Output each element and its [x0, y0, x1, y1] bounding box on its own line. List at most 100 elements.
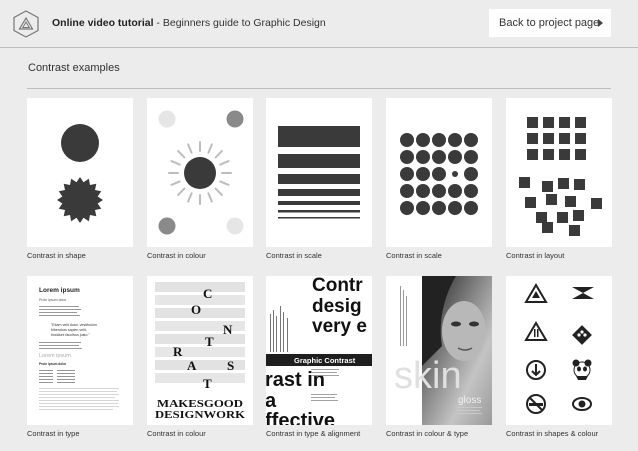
big-word-2: desig	[312, 296, 362, 317]
grid-dot	[464, 201, 478, 215]
grid-dot	[448, 133, 462, 147]
grid-dot	[400, 167, 414, 181]
card-contrast-layout[interactable]: Contrast in layout	[506, 98, 612, 260]
thumbnail-contrast-colour-type[interactable]: skin gloss	[386, 276, 492, 425]
thumbnail-contrast-shape[interactable]	[27, 98, 133, 247]
big-word-1: Contr	[312, 276, 363, 296]
card-contrast-colour-2[interactable]: C O N T R A S T MAKESGOOD DESIGNWORK Con…	[147, 276, 253, 438]
thumbnail-contrast-layout[interactable]	[506, 98, 612, 247]
card-contrast-scale-1[interactable]: Contrast in scale	[266, 98, 372, 260]
grid-dot	[432, 201, 446, 215]
grid-dot	[464, 184, 478, 198]
sun-ray	[219, 180, 230, 186]
poster-letter-r: R	[173, 344, 183, 359]
sun-ray	[207, 192, 213, 203]
card-contrast-scale-2[interactable]: Contrast in scale	[386, 98, 492, 260]
grid-dot	[400, 133, 414, 147]
grid-dot	[448, 201, 462, 215]
grid-dot	[432, 133, 446, 147]
sun-ray	[187, 192, 193, 203]
type-heading: Lorem ipsum	[39, 287, 80, 294]
thumbnail-contrast-type[interactable]: Lorem ipsum Proin ipsum dolor "Etiam vel…	[27, 276, 133, 425]
sun-ray	[214, 187, 223, 196]
signs-illustration	[524, 283, 594, 414]
grid-dot	[448, 184, 462, 198]
sun-ray	[170, 160, 181, 166]
poster-letter-c: C	[203, 286, 212, 301]
grid-dot	[432, 150, 446, 164]
big-word-6: ffective	[266, 410, 335, 425]
card-contrast-colour-type[interactable]: skin gloss Contrast in colour & type	[386, 276, 492, 438]
grid-dot	[432, 167, 446, 181]
thumbnail-contrast-colour-1[interactable]	[147, 98, 253, 247]
section-title: Contrast examples	[28, 62, 120, 74]
card-caption: Contrast in colour & type	[386, 429, 469, 438]
poster-letter-o: O	[191, 302, 201, 317]
sun-ray	[219, 160, 230, 166]
sun-ray	[170, 180, 181, 186]
grid-dot	[416, 150, 430, 164]
type-alignment-illustration: Contr desig very e Graphic Contrast rast…	[266, 276, 372, 425]
card-caption: Contrast in colour	[147, 429, 206, 438]
cover-word-skin: skin	[394, 355, 462, 397]
triangle-hexagon-logo-icon[interactable]	[12, 10, 40, 38]
app-header: Online video tutorial - Beginners guide …	[0, 0, 638, 48]
thumbnail-contrast-colour-2[interactable]: C O N T R A S T MAKESGOOD DESIGNWORK	[147, 276, 253, 425]
grid-dot	[400, 184, 414, 198]
sun-illustration	[158, 110, 244, 235]
grid-dot	[464, 150, 478, 164]
grid-dot	[452, 171, 458, 177]
grid-dot	[400, 150, 414, 164]
back-to-project-button[interactable]: Back to project page	[489, 9, 611, 37]
thumbnail-contrast-type-alignment[interactable]: Contr desig very e Graphic Contrast rast…	[266, 276, 372, 425]
thumbnail-contrast-shapes-colour[interactable]	[506, 276, 612, 425]
card-caption: Contrast in colour	[147, 251, 206, 260]
contrast-poster-illustration: C O N T R A S T MAKESGOOD DESIGNWORK	[155, 282, 245, 421]
card-caption: Contrast in layout	[506, 251, 565, 260]
course-subtitle: Beginners guide to Graphic Design	[162, 17, 326, 29]
grid-dot	[416, 133, 430, 147]
squares-illustration	[519, 117, 602, 236]
thumbnail-contrast-scale-1[interactable]	[266, 98, 372, 247]
grid-dot	[432, 184, 446, 198]
card-caption: Contrast in shapes & colour	[506, 429, 599, 438]
card-contrast-type-alignment[interactable]: Contr desig very e Graphic Contrast rast…	[266, 276, 372, 438]
shape-illustration	[57, 124, 103, 223]
grid-dot	[416, 184, 430, 198]
card-caption: Contrast in shape	[27, 251, 86, 260]
type-quote-line-1: "Etiam velit dolor, vestibulum	[51, 323, 97, 327]
band-title: Graphic Contrast	[294, 356, 356, 365]
type-quote-line-2: bibendum sapien velit,	[51, 328, 87, 332]
big-word-5: a	[266, 390, 277, 412]
grid-dot	[448, 150, 462, 164]
card-contrast-shapes-colour[interactable]: Contrast in shapes & colour	[506, 276, 612, 438]
type-subheading: Proin ipsum dolor	[39, 298, 67, 302]
poster-letter-a: A	[187, 358, 197, 373]
cover-word-gloss: gloss	[458, 395, 481, 406]
card-caption: Contrast in scale	[266, 251, 322, 260]
type-quote-line-3: tincidunt faucibus justo."	[51, 333, 90, 337]
bars-illustration	[278, 126, 360, 219]
card-caption: Contrast in type & alignment	[266, 429, 361, 438]
card-contrast-shape[interactable]: Contrast in shape	[27, 98, 133, 260]
page-title: Online video tutorial - Beginners guide …	[52, 17, 326, 29]
poster-line-2: DESIGNWORK	[155, 409, 245, 421]
poster-letter-t1: T	[205, 334, 214, 349]
sun-ray	[207, 143, 213, 154]
back-button-label: Back to project page	[499, 17, 600, 29]
dot-grid-illustration	[400, 133, 478, 215]
course-title: Online video tutorial	[52, 17, 154, 29]
title-separator: -	[153, 17, 163, 29]
card-contrast-colour-1[interactable]: Contrast in colour	[147, 98, 253, 260]
thumbnail-contrast-scale-2[interactable]	[386, 98, 492, 247]
grid-dot	[416, 201, 430, 215]
section-divider	[27, 88, 611, 89]
poster-letter-t2: T	[203, 376, 212, 391]
card-contrast-type[interactable]: Lorem ipsum Proin ipsum dolor "Etiam vel…	[27, 276, 133, 438]
grid-dot	[400, 201, 414, 215]
type-page-illustration: Lorem ipsum Proin ipsum dolor "Etiam vel…	[39, 287, 119, 410]
grid-dot	[464, 133, 478, 147]
grid-dot	[464, 167, 478, 181]
big-word-3: very e	[312, 316, 367, 337]
sun-ray	[177, 150, 186, 159]
